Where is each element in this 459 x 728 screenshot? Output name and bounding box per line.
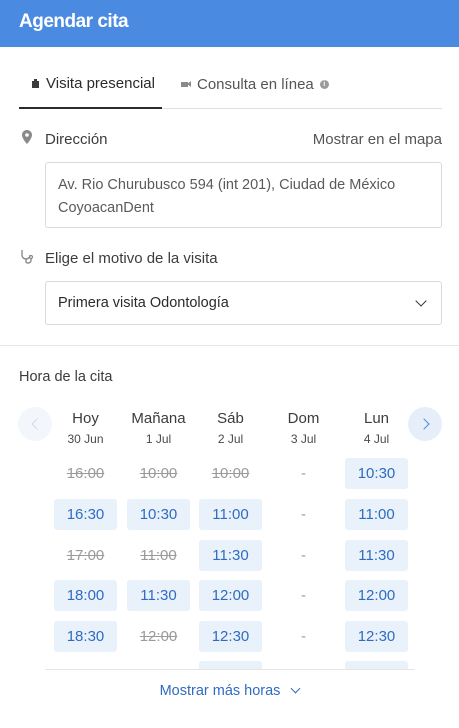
day-date: 2 Jul [217,432,244,446]
show-more-hours-button[interactable]: Mostrar más horas [0,683,459,699]
time-slot-button[interactable]: 18:00 [54,580,117,611]
previous-days-button[interactable] [18,407,52,441]
time-slot-button[interactable]: 11:30 [127,580,190,611]
show-more-hours-label: Mostrar más horas [159,683,281,699]
time-slot-button[interactable] [199,661,262,669]
time-slot-button[interactable]: 11:30 [345,540,408,571]
day-date: 30 Jun [67,432,104,446]
day-name: Hoy [72,410,99,427]
time-slot-button[interactable]: 16:30 [54,499,117,530]
building-icon [31,79,40,88]
time-slot-button[interactable]: 12:30 [345,621,408,652]
time-slot-unavailable: 11:00 [140,547,177,564]
app-header: Agendar cita [0,0,459,47]
time-slot-unavailable: 10:00 [139,465,178,482]
tab-in-person-label: Visita presencial [46,75,155,92]
day-date: 4 Jul [363,432,390,446]
day-name: Lun [363,410,390,427]
tab-in-person[interactable]: Visita presencial [19,60,162,109]
day-column-header: Lun 4 Jul [345,410,408,446]
address-box: Av. Rio Churubusco 594 (int 201), Ciudad… [45,162,442,228]
slots-bottom-divider [45,669,415,670]
time-slots-grid: 16:00 16:30 17:00 18:00 18:30 10:00 10:30 11:00… [45,458,415,669]
time-slot-button[interactable]: 11:00 [199,499,262,530]
time-slot-unavailable: 17:00 [66,547,105,564]
show-on-map-link[interactable]: Mostrar en el mapa [313,131,442,148]
time-slot-unavailable: - [301,547,306,564]
time-slot-button[interactable]: 12:00 [199,580,262,611]
time-slot-unavailable: 12:00 [139,628,178,645]
time-slot-button[interactable]: 12:00 [345,580,408,611]
time-slot-unavailable: 10:00 [211,465,250,482]
time-slot-button[interactable]: 18:30 [54,621,117,652]
time-slot-unavailable: - [301,587,306,604]
reason-select-value: Primera visita Odontología [58,295,229,311]
day-name: Sáb [217,410,244,427]
page-title: Agendar cita [19,11,129,32]
time-slot-button[interactable]: 11:30 [199,540,262,571]
time-slot-unavailable: 16:00 [66,465,105,482]
address-line-1: Av. Rio Churubusco 594 (int 201), Ciudad… [58,177,396,193]
time-slot-button[interactable]: 10:30 [127,499,190,530]
info-icon[interactable]: i [319,79,329,89]
time-slot-button[interactable] [345,661,408,669]
time-slot-button[interactable]: 10:30 [345,458,408,489]
visit-type-tabs: Visita presencial Consulta en línea i [19,60,442,109]
time-slot-unavailable: - [301,465,306,482]
day-name: Dom [287,410,320,427]
time-slot-unavailable [54,661,117,669]
location-pin-icon [22,130,32,144]
chevron-down-icon [290,683,301,694]
day-date: 1 Jul [145,432,172,446]
next-days-button[interactable] [408,407,442,441]
tab-online-label: Consulta en línea [197,75,314,93]
reason-select[interactable]: Primera visita Odontología [45,281,442,325]
day-name: Mañana [131,410,186,427]
time-slot-unavailable: - [301,628,306,645]
address-line-2: CoyoacanDent [58,200,154,216]
video-icon [181,80,191,88]
day-column-header: Sáb 2 Jul [199,410,262,446]
section-divider [0,345,459,346]
chevron-left-icon [30,418,43,430]
time-slot-unavailable: - [301,506,306,523]
time-slot-button[interactable]: 11:00 [345,499,408,530]
chevron-right-icon [417,418,430,430]
day-column-header: Dom 3 Jul [272,410,335,446]
day-column-header: Mañana 1 Jul [127,410,190,446]
chevron-down-icon [415,295,427,307]
tab-online[interactable]: Consulta en línea i [181,60,329,108]
day-date: 3 Jul [290,432,317,446]
address-label: Dirección [45,131,108,148]
schedule-label: Hora de la cita [19,369,113,385]
time-slot-unavailable [127,661,190,669]
reason-label: Elige el motivo de la visita [45,250,218,267]
day-column-header: Hoy 30 Jun [54,410,117,446]
stethoscope-icon [21,250,34,264]
time-slot-button[interactable]: 12:30 [199,621,262,652]
